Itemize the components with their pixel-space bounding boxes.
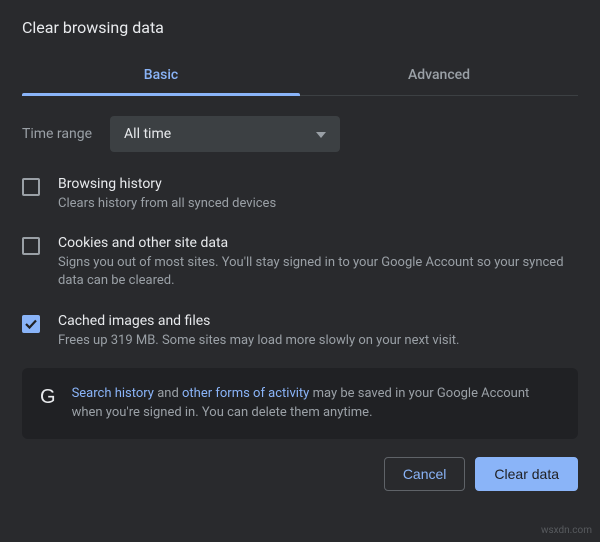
time-range-select[interactable]: All time — [110, 116, 340, 152]
dialog-title: Clear browsing data — [22, 18, 578, 37]
tabs: Basic Advanced — [22, 55, 578, 96]
clear-browsing-data-dialog: Clear browsing data Basic Advanced Time … — [0, 0, 600, 505]
option-title: Browsing history — [58, 176, 578, 192]
cancel-button[interactable]: Cancel — [384, 457, 466, 491]
tab-basic[interactable]: Basic — [22, 55, 300, 95]
option-cookies: Cookies and other site data Signs you ou… — [22, 235, 578, 290]
watermark: wsxdn.com — [541, 525, 592, 536]
info-mid1: and — [154, 386, 182, 401]
options-list: Browsing history Clears history from all… — [22, 176, 578, 350]
checkbox-cookies[interactable] — [22, 237, 40, 255]
button-row: Cancel Clear data — [22, 457, 578, 491]
option-cached: Cached images and files Frees up 319 MB.… — [22, 313, 578, 350]
option-desc: Signs you out of most sites. You'll stay… — [58, 254, 578, 290]
option-text: Cached images and files Frees up 319 MB.… — [58, 313, 578, 350]
tab-advanced[interactable]: Advanced — [300, 55, 578, 95]
link-other-activity[interactable]: other forms of activity — [182, 386, 309, 401]
chevron-down-icon — [316, 126, 326, 142]
time-range-label: Time range — [22, 126, 92, 142]
google-icon: G — [40, 386, 56, 409]
option-title: Cached images and files — [58, 313, 578, 329]
link-search-history[interactable]: Search history — [72, 386, 154, 401]
time-range-value: All time — [124, 126, 171, 142]
info-text: Search history and other forms of activi… — [72, 384, 560, 423]
option-text: Cookies and other site data Signs you ou… — [58, 235, 578, 290]
option-title: Cookies and other site data — [58, 235, 578, 251]
checkbox-browsing-history[interactable] — [22, 178, 40, 196]
option-browsing-history: Browsing history Clears history from all… — [22, 176, 578, 213]
google-account-info: G Search history and other forms of acti… — [22, 368, 578, 439]
time-range-row: Time range All time — [22, 116, 578, 152]
option-text: Browsing history Clears history from all… — [58, 176, 578, 213]
option-desc: Frees up 319 MB. Some sites may load mor… — [58, 332, 578, 350]
clear-data-button[interactable]: Clear data — [475, 457, 578, 491]
checkbox-cached[interactable] — [22, 315, 40, 333]
option-desc: Clears history from all synced devices — [58, 195, 578, 213]
